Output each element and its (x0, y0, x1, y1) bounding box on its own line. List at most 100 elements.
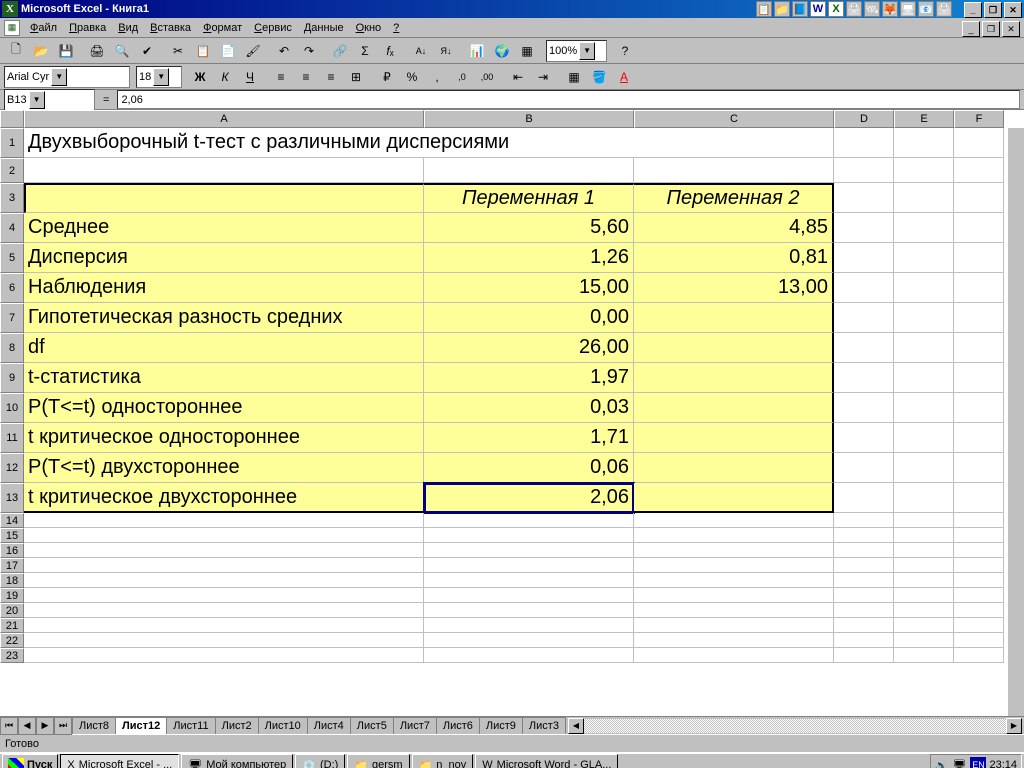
lang-indicator[interactable]: EN (970, 757, 986, 768)
cell-E23[interactable] (894, 648, 954, 663)
cell-D8[interactable] (834, 333, 894, 363)
cell-B23[interactable] (424, 648, 634, 663)
inc-indent-button[interactable]: ⇥ (531, 65, 555, 89)
cell-A12[interactable]: P(T<=t) двухстороннее (24, 453, 424, 483)
size-combo[interactable]: 18▼ (136, 66, 182, 88)
bold-button[interactable]: Ж (188, 65, 212, 89)
comma-button[interactable]: , (425, 65, 449, 89)
cell-E7[interactable] (894, 303, 954, 333)
excel-icon[interactable]: X (828, 1, 844, 17)
taskbar-item[interactable]: 📁gersm (347, 754, 409, 768)
cell-C7[interactable] (634, 303, 834, 333)
cell-F8[interactable] (954, 333, 1004, 363)
cell-E3[interactable] (894, 183, 954, 213)
tray-icon[interactable]: 🖥 (953, 759, 967, 768)
cell-D10[interactable] (834, 393, 894, 423)
col-header-E[interactable]: E (894, 110, 954, 128)
spreadsheet-grid[interactable]: ABCDEF 1Двухвыборочный t-тест с различны… (0, 110, 1024, 716)
sheet-tab[interactable]: Лист4 (307, 717, 351, 734)
menu-данные[interactable]: Данные (298, 22, 350, 34)
cell-E11[interactable] (894, 423, 954, 453)
sheet-tab[interactable]: Лист11 (166, 717, 215, 734)
cell-E13[interactable] (894, 483, 954, 513)
close-button[interactable]: ✕ (1004, 2, 1022, 18)
tab-nav-last[interactable]: ⏭ (54, 717, 72, 735)
app-shortcut-icon[interactable]: 🖨 (936, 1, 952, 17)
cell-C21[interactable] (634, 618, 834, 633)
app-shortcut-icon[interactable]: 🦊 (882, 1, 898, 17)
autosum-button[interactable]: Σ (353, 39, 377, 63)
cell-E10[interactable] (894, 393, 954, 423)
sheet-tab[interactable]: Лист6 (436, 717, 480, 734)
cell-E20[interactable] (894, 603, 954, 618)
cell-A3[interactable] (24, 183, 424, 213)
dec-dec-button[interactable]: ,00 (475, 65, 499, 89)
cell-F22[interactable] (954, 633, 1004, 648)
cell-F4[interactable] (954, 213, 1004, 243)
cell-F3[interactable] (954, 183, 1004, 213)
borders-button[interactable]: ▦ (562, 65, 586, 89)
row-header[interactable]: 23 (0, 648, 24, 663)
function-button[interactable]: fₓ (378, 39, 402, 63)
cell-B15[interactable] (424, 528, 634, 543)
formula-input[interactable]: 2,06 (117, 90, 1020, 109)
cell-B4[interactable]: 5,60 (424, 213, 634, 243)
menu-формат[interactable]: Формат (197, 22, 248, 34)
app-shortcut-icon[interactable]: 🛰 (864, 1, 880, 17)
tab-nav-first[interactable]: ⏮ (0, 717, 18, 735)
cell-E16[interactable] (894, 543, 954, 558)
cell-C6[interactable]: 13,00 (634, 273, 834, 303)
cell-D16[interactable] (834, 543, 894, 558)
cell-A7[interactable]: Гипотетическая разность средних (24, 303, 424, 333)
cell-A16[interactable] (24, 543, 424, 558)
cell-B10[interactable]: 0,03 (424, 393, 634, 423)
col-header-F[interactable]: F (954, 110, 1004, 128)
cell-F6[interactable] (954, 273, 1004, 303)
cell-D1[interactable] (834, 128, 894, 158)
cell-B11[interactable]: 1,71 (424, 423, 634, 453)
cell-F14[interactable] (954, 513, 1004, 528)
cell-B17[interactable] (424, 558, 634, 573)
cell-D6[interactable] (834, 273, 894, 303)
row-header[interactable]: 6 (0, 273, 24, 303)
cell-B6[interactable]: 15,00 (424, 273, 634, 303)
cell-B22[interactable] (424, 633, 634, 648)
align-left-button[interactable]: ≡ (269, 65, 293, 89)
row-header[interactable]: 5 (0, 243, 24, 273)
cell-C5[interactable]: 0,81 (634, 243, 834, 273)
app-shortcut-icon[interactable]: 🖥 (900, 1, 916, 17)
cell-A9[interactable]: t-статистика (24, 363, 424, 393)
merge-button[interactable]: ⊞ (344, 65, 368, 89)
cell-A2[interactable] (24, 158, 424, 183)
cell-D12[interactable] (834, 453, 894, 483)
row-header[interactable]: 11 (0, 423, 24, 453)
cell-C11[interactable] (634, 423, 834, 453)
cell-D17[interactable] (834, 558, 894, 573)
cell-E15[interactable] (894, 528, 954, 543)
cell-A17[interactable] (24, 558, 424, 573)
tray-icon[interactable]: 🔊 (935, 759, 949, 768)
cell-F15[interactable] (954, 528, 1004, 543)
cell-F7[interactable] (954, 303, 1004, 333)
cell-C15[interactable] (634, 528, 834, 543)
row-header[interactable]: 12 (0, 453, 24, 483)
row-header[interactable]: 18 (0, 573, 24, 588)
col-header-C[interactable]: C (634, 110, 834, 128)
cell-D3[interactable] (834, 183, 894, 213)
align-center-button[interactable]: ≡ (294, 65, 318, 89)
cell-F13[interactable] (954, 483, 1004, 513)
cell-F20[interactable] (954, 603, 1004, 618)
chart-button[interactable]: 📊 (465, 39, 489, 63)
cell-C2[interactable] (634, 158, 834, 183)
cell-B9[interactable]: 1,97 (424, 363, 634, 393)
cell-F1[interactable] (954, 128, 1004, 158)
col-header-D[interactable]: D (834, 110, 894, 128)
tab-nav-next[interactable]: ▶ (36, 717, 54, 735)
cell-A1[interactable]: Двухвыборочный t-тест с различными диспе… (24, 128, 834, 158)
doc-minimize-button[interactable]: _ (962, 21, 980, 37)
format-painter-button[interactable]: 🖌 (241, 39, 265, 63)
menu-вставка[interactable]: Вставка (144, 22, 197, 34)
app-shortcut-icon[interactable]: 🖨 (846, 1, 862, 17)
cell-D23[interactable] (834, 648, 894, 663)
cell-F18[interactable] (954, 573, 1004, 588)
